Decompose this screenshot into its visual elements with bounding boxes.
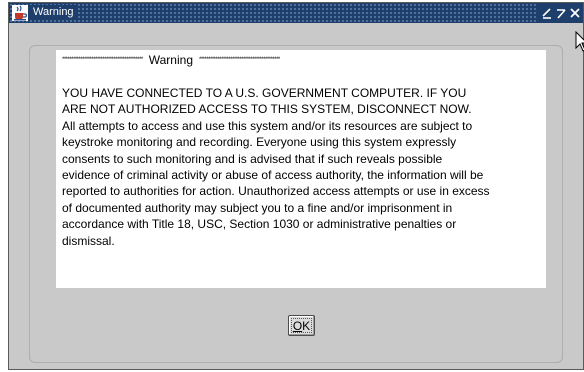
- window-title: Warning: [30, 5, 77, 20]
- message-line: reported to authorities for action. Unau…: [62, 184, 490, 199]
- minimize-icon[interactable]: [541, 6, 553, 20]
- header-stars-right: ****************************************…: [199, 56, 280, 63]
- message-body: YOU HAVE CONNECTED TO A U.S. GOVERNMENT …: [62, 85, 546, 249]
- message-line: keystroke monitoring and recording. Ever…: [62, 135, 457, 150]
- message-line: evidence of criminal activity or abuse o…: [62, 168, 484, 183]
- message-line: All attempts to access and use this syst…: [62, 118, 473, 133]
- maximize-icon[interactable]: [555, 6, 567, 20]
- message-title: Warning: [148, 52, 193, 67]
- message-line: YOU HAVE CONNECTED TO A U.S. GOVERNMENT …: [62, 86, 467, 100]
- message-header: ****************************************…: [62, 53, 546, 67]
- java-coffee-cup-icon: [12, 5, 28, 21]
- header-stars-left: ****************************************…: [62, 56, 143, 63]
- ok-label-rest: K: [302, 319, 311, 333]
- window-controls: [537, 3, 583, 23]
- ok-button-label: OK: [290, 318, 313, 333]
- message-line: of documented authority may subject you …: [62, 200, 453, 215]
- title-bar[interactable]: Warning: [9, 3, 583, 23]
- message-line: ARE NOT AUTHORIZED ACCESS TO THIS SYSTEM…: [62, 102, 472, 117]
- warning-dialog-window: Warning ********************************…: [8, 2, 584, 370]
- message-line: consents to such monitoring and is advis…: [62, 151, 443, 166]
- message-line: accordance with Title 18, USC, Section 1…: [62, 217, 457, 232]
- message-line: dismissal.: [62, 233, 115, 248]
- ok-button[interactable]: OK: [288, 315, 315, 336]
- ok-mnemonic: O: [292, 319, 303, 333]
- mouse-pointer-icon: [575, 30, 584, 53]
- dialog-content: ****************************************…: [11, 25, 581, 367]
- warning-message-panel: ****************************************…: [56, 50, 546, 288]
- close-icon[interactable]: [569, 6, 581, 20]
